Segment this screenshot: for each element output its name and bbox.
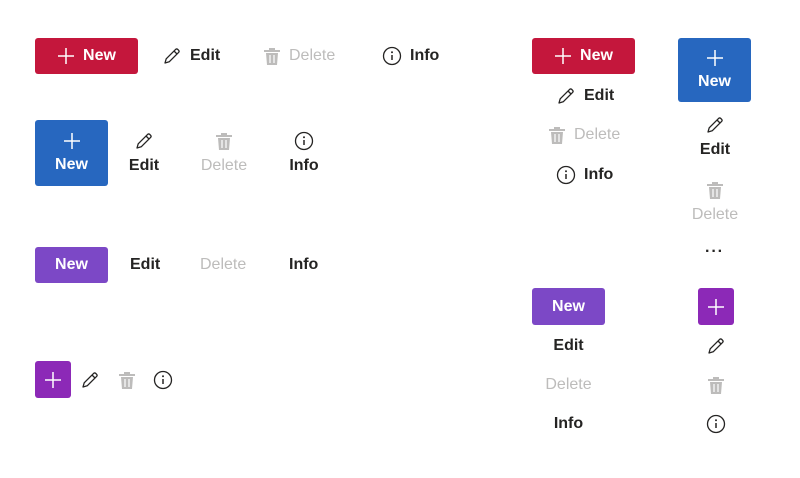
delete-button[interactable] xyxy=(118,369,136,391)
edit-label: Edit xyxy=(584,87,615,104)
info-label: Info xyxy=(553,415,584,432)
trash-icon xyxy=(215,131,233,151)
new-button[interactable]: New xyxy=(35,247,108,283)
edit-button[interactable]: Edit xyxy=(690,111,740,163)
pencil-icon xyxy=(705,115,725,135)
trash-icon xyxy=(263,46,281,66)
pencil-icon xyxy=(134,131,154,151)
info-label: Info xyxy=(289,256,319,273)
info-button[interactable]: Info xyxy=(556,164,613,186)
info-icon xyxy=(556,165,576,185)
delete-label: Delete xyxy=(574,126,621,143)
trash-icon xyxy=(118,370,136,390)
edit-label: Edit xyxy=(128,157,160,174)
info-button[interactable] xyxy=(153,369,173,391)
delete-button[interactable] xyxy=(698,374,734,396)
new-button[interactable] xyxy=(698,288,734,325)
edit-label: Edit xyxy=(699,141,731,158)
plus-icon xyxy=(63,132,81,150)
delete-label: Delete xyxy=(200,256,247,273)
info-button[interactable]: Info xyxy=(382,45,439,67)
info-button[interactable]: Info xyxy=(289,254,318,276)
new-button[interactable]: New xyxy=(678,38,751,102)
edit-label: Edit xyxy=(190,47,221,64)
new-button[interactable]: New xyxy=(35,120,108,186)
delete-label: Delete xyxy=(691,206,739,223)
pencil-icon xyxy=(80,370,100,390)
more-options-icon[interactable]: ··· xyxy=(705,243,724,261)
plus-icon xyxy=(44,371,62,389)
edit-button[interactable] xyxy=(80,369,100,391)
delete-button[interactable]: Delete xyxy=(198,125,250,181)
new-label: New xyxy=(552,297,585,315)
trash-icon xyxy=(707,375,725,395)
info-icon xyxy=(706,414,726,434)
plus-icon xyxy=(706,49,724,67)
new-label: New xyxy=(698,73,731,90)
edit-button[interactable] xyxy=(698,335,734,357)
delete-button[interactable]: Delete xyxy=(263,45,335,67)
pencil-icon xyxy=(162,46,182,66)
info-button[interactable]: Info xyxy=(286,125,322,181)
edit-button[interactable]: Edit xyxy=(126,125,162,181)
info-label: Info xyxy=(410,47,440,64)
delete-button[interactable]: Delete xyxy=(548,124,620,146)
delete-label: Delete xyxy=(289,47,336,64)
edit-button[interactable]: Edit xyxy=(532,335,605,357)
delete-button[interactable]: Delete xyxy=(532,374,605,396)
new-button[interactable]: New xyxy=(532,38,635,74)
plus-icon xyxy=(707,298,725,316)
trash-icon xyxy=(548,125,566,145)
edit-button[interactable]: Edit xyxy=(130,254,160,276)
info-icon xyxy=(294,131,314,151)
delete-button[interactable]: Delete xyxy=(200,254,246,276)
trash-icon xyxy=(706,180,724,200)
plus-icon xyxy=(554,47,572,65)
pencil-icon xyxy=(706,336,726,356)
new-label: New xyxy=(83,47,116,64)
new-label: New xyxy=(55,256,88,273)
delete-label: Delete xyxy=(545,376,592,393)
edit-label: Edit xyxy=(130,256,161,273)
new-button[interactable] xyxy=(35,361,71,398)
new-button[interactable]: New xyxy=(532,288,605,325)
info-button[interactable] xyxy=(698,413,734,435)
pencil-icon xyxy=(556,86,576,106)
info-label: Info xyxy=(584,166,614,183)
info-icon xyxy=(153,370,173,390)
info-icon xyxy=(382,46,402,66)
edit-button[interactable]: Edit xyxy=(556,85,614,107)
edit-button[interactable]: Edit xyxy=(162,45,220,67)
info-label: Info xyxy=(289,157,319,174)
delete-button[interactable]: Delete xyxy=(685,176,745,228)
edit-label: Edit xyxy=(553,337,584,354)
info-button[interactable]: Info xyxy=(532,413,605,435)
delete-label: Delete xyxy=(200,157,248,174)
plus-icon xyxy=(57,47,75,65)
new-button[interactable]: New xyxy=(35,38,138,74)
new-label: New xyxy=(55,156,88,173)
new-label: New xyxy=(580,47,613,64)
